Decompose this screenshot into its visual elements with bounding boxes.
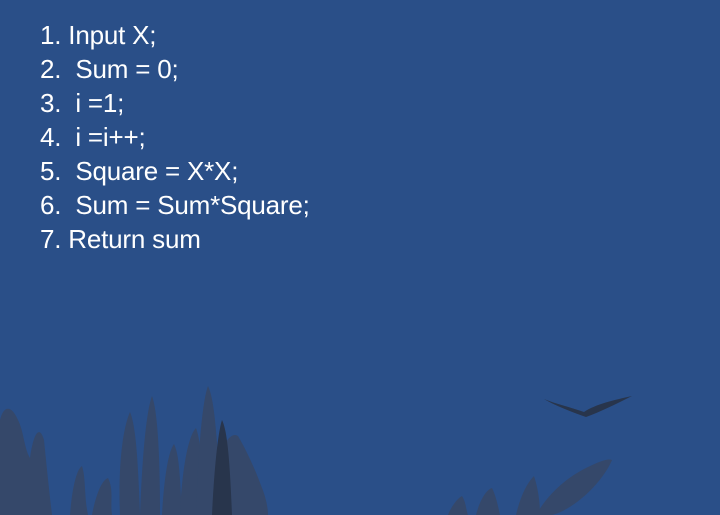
- code-line-5: 5. Square = X*X;: [40, 156, 239, 186]
- flying-bird-silhouette: [544, 396, 632, 417]
- code-line-4: 4. i =i++;: [40, 122, 146, 152]
- seaweed-silhouette: [0, 386, 268, 515]
- code-line-1: 1. Input X;: [40, 20, 157, 50]
- code-line-7: 7. Return sum: [40, 224, 201, 254]
- plant-silhouette: [448, 459, 612, 515]
- code-line-2: 2. Sum = 0;: [40, 54, 179, 84]
- code-listing: 1. Input X; 2. Sum = 0; 3. i =1; 4. i =i…: [40, 18, 310, 256]
- code-line-3: 3. i =1;: [40, 88, 125, 118]
- code-line-6: 6. Sum = Sum*Square;: [40, 190, 310, 220]
